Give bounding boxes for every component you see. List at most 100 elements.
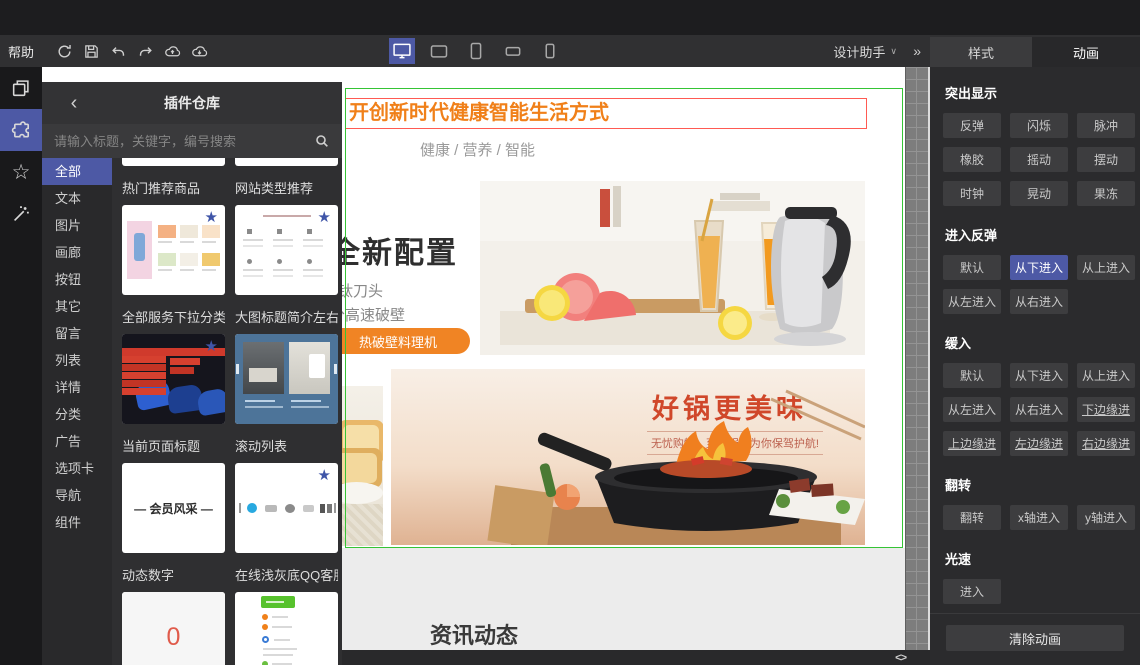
plugin-card-label: 网站类型推荐 <box>235 181 314 196</box>
animation-button[interactable]: 默认 <box>943 363 1001 388</box>
animation-button[interactable]: 从左进入 <box>943 397 1001 422</box>
animation-button[interactable]: 从下进入 <box>1010 255 1068 280</box>
redo-icon[interactable] <box>137 43 154 60</box>
animation-button[interactable]: y轴进入 <box>1077 505 1135 530</box>
sidebar-plugins-icon[interactable] <box>0 109 42 151</box>
animation-button[interactable]: 进入 <box>943 579 1001 604</box>
canvas-scrollbar-ruler[interactable] <box>905 67 928 650</box>
animation-button[interactable]: 反弹 <box>943 113 1001 138</box>
search-icon[interactable] <box>314 133 330 149</box>
animation-button[interactable]: 摆动 <box>1077 147 1135 172</box>
category-item[interactable]: 列表 <box>42 347 112 374</box>
plugin-card[interactable]: 0 <box>122 592 225 665</box>
plugin-card-thumbnail: 0 <box>122 592 225 665</box>
animation-button[interactable]: 左边缘进 <box>1010 431 1068 456</box>
code-view-icon[interactable]: <> <box>895 652 907 664</box>
device-tablet-landscape-button[interactable] <box>426 38 452 64</box>
category-item[interactable]: 其它 <box>42 293 112 320</box>
category-item[interactable]: 导航 <box>42 482 112 509</box>
hero-title-selected[interactable]: 开创新时代健康智能生活方式 <box>345 98 867 129</box>
animation-button[interactable]: 上边缘进 <box>943 431 1001 456</box>
kettle-product-image[interactable] <box>480 181 865 355</box>
feature-line1[interactable]: 钛刀头 <box>338 280 383 301</box>
plugin-card-label: 在线浅灰底QQ客服 <box>235 568 338 583</box>
help-button[interactable]: 帮助 <box>0 35 42 67</box>
plugin-card[interactable] <box>235 334 338 424</box>
favorite-star-icon[interactable]: ★ <box>205 210 218 225</box>
thumb-page-title-text: — 会员风采 — <box>134 501 213 516</box>
sidebar-favorites-icon[interactable]: ☆ <box>0 151 42 193</box>
category-item[interactable]: 全部 <box>42 158 112 185</box>
category-item[interactable]: 图片 <box>42 212 112 239</box>
cloud-download-icon[interactable] <box>191 43 208 60</box>
plugin-panel-header: 插件仓库 <box>42 82 342 124</box>
favorite-star-icon[interactable]: ★ <box>205 339 218 354</box>
animation-panel: 突出显示 反弹 闪烁 脉冲 橡胶 摇动 摆动 时钟 晃动 果冻 进入反弹 默认 从下进入 从上进入 从左进入… <box>930 67 1140 665</box>
category-item[interactable]: 广告 <box>42 428 112 455</box>
plugin-card[interactable] <box>235 592 338 665</box>
plugin-card[interactable]: ★ <box>122 205 225 295</box>
category-item[interactable]: 文本 <box>42 185 112 212</box>
animation-button[interactable]: 从左进入 <box>943 289 1001 314</box>
animation-section-title: 翻转 <box>945 478 972 493</box>
category-item[interactable]: 画廊 <box>42 239 112 266</box>
animation-button[interactable]: 时钟 <box>943 181 1001 206</box>
next-section-heading[interactable]: 资讯动态 <box>430 618 518 650</box>
device-phone-landscape-button[interactable] <box>500 38 526 64</box>
tab-animation[interactable]: 动画 <box>1032 37 1140 67</box>
plugin-card[interactable]: — 会员风采 — <box>122 463 225 553</box>
animation-button[interactable]: 从下进入 <box>1010 363 1068 388</box>
thumb-number-text: 0 <box>166 622 181 651</box>
feature-button[interactable]: 热破壁料理机 <box>326 328 470 354</box>
category-item[interactable]: 组件 <box>42 509 112 536</box>
category-item[interactable]: 按钮 <box>42 266 112 293</box>
animation-button[interactable]: 翻转 <box>943 505 1001 530</box>
animation-button[interactable]: 下边缘进 <box>1077 397 1135 422</box>
device-desktop-button[interactable] <box>389 38 415 64</box>
plugin-card-cut[interactable] <box>122 158 225 166</box>
wok-banner-image[interactable]: 好锅更美味 无忧购物，至诚服务为你保驾护航! Warm Home <box>391 369 865 545</box>
sidebar-pages-icon[interactable] <box>0 67 42 109</box>
plugin-card[interactable]: ★ <box>122 334 225 424</box>
favorite-star-icon[interactable]: ★ <box>318 210 331 225</box>
back-chevron-icon[interactable]: ‹ <box>64 91 84 115</box>
device-phone-portrait-button[interactable] <box>537 38 563 64</box>
animation-button[interactable]: 晃动 <box>1010 181 1068 206</box>
animation-button[interactable]: 果冻 <box>1077 181 1135 206</box>
plugin-search-input[interactable] <box>42 133 314 149</box>
device-tablet-portrait-button[interactable] <box>463 38 489 64</box>
more-chevron-icon[interactable]: » <box>913 35 921 67</box>
animation-button[interactable]: 闪烁 <box>1010 113 1068 138</box>
animation-button[interactable]: 从上进入 <box>1077 363 1135 388</box>
animation-button[interactable]: 默认 <box>943 255 1001 280</box>
plugin-card[interactable]: ★ <box>235 463 338 553</box>
animation-button[interactable]: 右边缘进 <box>1077 431 1135 456</box>
refresh-icon[interactable] <box>56 43 73 60</box>
feature-heading[interactable]: 全新配置 <box>330 228 458 272</box>
animation-button[interactable]: x轴进入 <box>1010 505 1068 530</box>
animation-button[interactable]: 橡胶 <box>943 147 1001 172</box>
undo-icon[interactable] <box>110 43 127 60</box>
animation-button[interactable]: 从右进入 <box>1010 397 1068 422</box>
design-assistant-dropdown[interactable]: 设计助手 ∨ <box>833 35 897 67</box>
sidebar-magic-wand-icon[interactable] <box>0 193 42 235</box>
clear-animation-button[interactable]: 清除动画 <box>946 625 1124 651</box>
plugin-card-cut[interactable] <box>235 158 338 166</box>
animation-button[interactable]: 从右进入 <box>1010 289 1068 314</box>
animation-button[interactable]: 摇动 <box>1010 147 1068 172</box>
animation-section-title: 突出显示 <box>945 86 998 101</box>
animation-button[interactable]: 脉冲 <box>1077 113 1135 138</box>
category-item[interactable]: 详情 <box>42 374 112 401</box>
category-item[interactable]: 分类 <box>42 401 112 428</box>
save-icon[interactable] <box>83 43 100 60</box>
favorite-star-icon[interactable]: ★ <box>318 468 331 483</box>
tab-style[interactable]: 样式 <box>930 37 1032 67</box>
plugin-grid: 热门推荐商品 网站类型推荐 ★ ★ 全部服务下拉分类带... 大图标题简介左右切...… <box>112 158 342 665</box>
cloud-upload-icon[interactable] <box>164 43 181 60</box>
hero-tagline[interactable]: 健康 / 营养 / 智能 <box>420 139 535 160</box>
plugin-card[interactable]: ★ <box>235 205 338 295</box>
animation-button[interactable]: 从上进入 <box>1077 255 1135 280</box>
category-item[interactable]: 选项卡 <box>42 455 112 482</box>
plugin-card-thumbnail <box>235 334 338 424</box>
category-item[interactable]: 留言 <box>42 320 112 347</box>
